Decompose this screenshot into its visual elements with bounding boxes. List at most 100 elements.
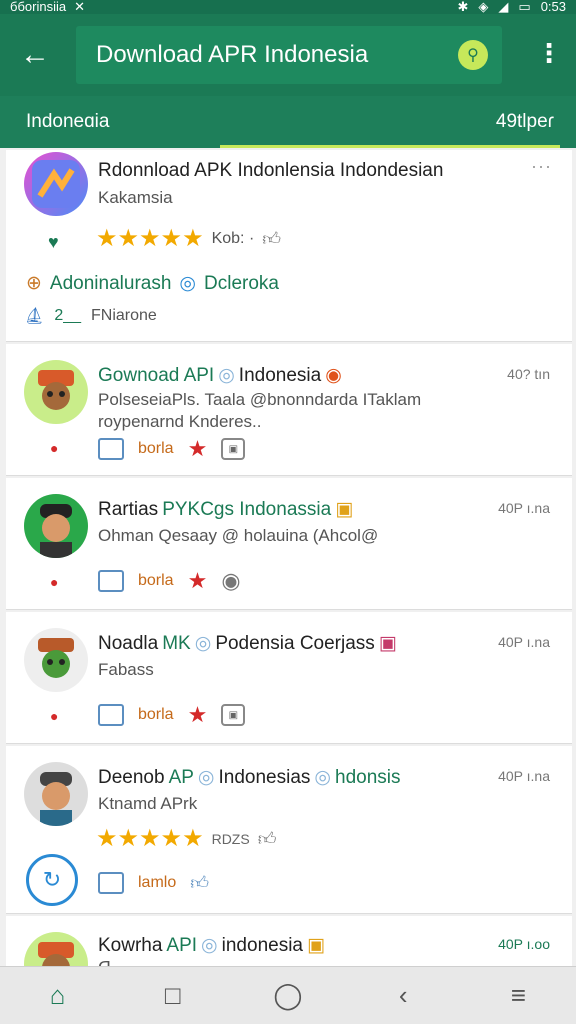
thumbs-up-icon[interactable]: 👍︎ [262, 228, 281, 250]
app-title[interactable]: Deenob [98, 767, 165, 789]
list-item[interactable]: Deenob AP ◎ Indonesias ◎ hdonsis 40P ı.n… [6, 746, 572, 914]
app-avatar [24, 762, 88, 826]
app-title-suffix: indonesia [221, 934, 303, 956]
chat-icon[interactable]: ◯ [258, 971, 318, 1021]
app-description: ᗡ [98, 958, 111, 966]
list-item[interactable]: Rartias PYKCgs Indonassia ▣ 40P ı.na Ohm… [6, 478, 572, 610]
app-description: Fabass [98, 660, 154, 679]
back-button[interactable]: ← [0, 14, 70, 96]
app-title-row[interactable]: Gownoad API ◎ Indonesia ◉ [98, 364, 342, 387]
category-tag[interactable]: borla [138, 572, 174, 590]
app-list[interactable]: Rdonnload APK Indonlensia Indondesian ··… [6, 150, 572, 966]
app-title-row[interactable]: Deenob AP ◎ Indonesias ◎ hdonsis [98, 766, 401, 789]
category-tag[interactable]: borla [138, 440, 174, 458]
app-title-row[interactable]: Noadla MK ◎ Podensia Coerjass ▣ [98, 632, 397, 655]
more-dots-icon[interactable]: ··· [531, 156, 552, 177]
favorite-star-icon[interactable]: ★ [188, 436, 208, 462]
bottom-nav: ⌂ □ ◯ ‹ ≡ [0, 966, 576, 1024]
favorite-star-icon[interactable]: ★ [188, 702, 208, 728]
category-tag[interactable]: borla [138, 706, 174, 724]
app-title[interactable]: Rartias [98, 499, 158, 521]
app-title-tag: hdonsis [335, 766, 401, 788]
thumbs-up-icon[interactable]: 👍︎ [190, 872, 209, 894]
arrow-left-icon: ← [20, 38, 50, 71]
action-row: lamlo 👍︎ [98, 872, 209, 894]
app-title-row[interactable]: Rartias PYKCgs Indonassia ▣ [98, 498, 353, 521]
home-icon[interactable] [98, 704, 124, 726]
app-title[interactable]: Kowrha [98, 935, 162, 957]
extra-count: 2__ [54, 307, 82, 324]
location-pin-icon: ● [50, 440, 59, 456]
app-bar: ← Download APR Indonesia ⚲ ⋮ [0, 14, 576, 96]
image-icon[interactable]: ▣ [221, 704, 246, 726]
app-title-badge: API [166, 934, 198, 956]
person-icon [40, 504, 72, 558]
menu-icon[interactable]: ≡ [488, 971, 548, 1021]
heart-icon: ♥ [48, 232, 59, 252]
rating-text: RDZS [211, 830, 250, 847]
app-title-row[interactable]: Kowrha API ◎ indonesia ▣ [98, 934, 325, 957]
list-item[interactable]: Kowrha API ◎ indonesia ▣ 40P ı.oo ᗡ [6, 916, 572, 966]
badge-icon: ◉ [325, 365, 342, 386]
home-icon[interactable] [98, 570, 124, 592]
rating-row: ★★★★★ Kob: · 👍︎ [96, 224, 281, 253]
app-avatar [24, 932, 88, 966]
app-title[interactable]: Gownoad API [98, 365, 214, 387]
verified-icon: ◎ [194, 633, 212, 654]
list-item[interactable]: Noadla MK ◎ Podensia Coerjass ▣ 40P ı.na… [6, 612, 572, 744]
list-item[interactable]: Rdonnload APK Indonlensia Indondesian ··… [6, 150, 572, 342]
tag-secondary[interactable]: Dcleroka [204, 273, 279, 295]
action-row: borla ★ ▣ [98, 436, 246, 462]
badge-icon: ▣ [335, 499, 354, 520]
app-avatar [24, 360, 88, 424]
character-icon [38, 638, 74, 678]
back-chevron-icon[interactable]: ‹ [373, 971, 433, 1021]
verified-icon: ◎ [179, 273, 196, 294]
verified-icon: ◎ [218, 365, 235, 386]
star-rating-icon: ★★★★★ [96, 825, 204, 852]
verified-icon-2: ◎ [314, 767, 332, 788]
app-title[interactable]: Rdonnload APK Indonlensia Indondesian [98, 160, 443, 182]
app-description: Ohman Qesaay @ holauina (Ahcol@ [98, 526, 379, 545]
status-bar: ббоrinsiia ✕ ✱ ◈ ◢ ▭ 0:53 [0, 0, 576, 14]
badge-icon: ▣ [306, 935, 325, 956]
app-title-suffix: PYKCgs Indonassia [162, 498, 332, 520]
favorite-star-icon[interactable]: ★ [188, 568, 208, 594]
location-pin-icon: ● [50, 708, 59, 724]
app-size: 40P ı.na [498, 500, 550, 516]
image-icon[interactable]: ▣ [221, 438, 246, 460]
search-field[interactable]: Download APR Indonesia ⚲ [76, 26, 502, 84]
person-icon [40, 772, 72, 826]
app-avatar [24, 628, 88, 692]
category-tag[interactable]: lamlo [138, 874, 176, 892]
battery-icon: ▭ [518, 0, 531, 14]
status-carrier: ббоrinsiia [10, 0, 67, 14]
tab-country[interactable]: Indoneɑia [26, 111, 109, 133]
app-title-suffix: Indonesia [238, 364, 322, 386]
tab-indicator [220, 145, 560, 148]
list-item[interactable]: Gownoad API ◎ Indonesia ◉ 40? tın Polses… [6, 344, 572, 476]
recents-square-icon[interactable]: □ [143, 971, 203, 1021]
verified-icon: ◎ [201, 935, 218, 956]
clock: 0:53 [540, 0, 566, 14]
character-icon [38, 942, 74, 966]
thumbs-up-icon[interactable]: 👍︎ [258, 828, 277, 850]
tag-primary[interactable]: Adoninalurash [50, 273, 171, 295]
home-icon[interactable] [98, 438, 124, 460]
search-icon[interactable]: ⚲ [458, 40, 488, 70]
info-icon[interactable]: ◉ [221, 568, 240, 594]
action-row: borla ★ ▣ [98, 702, 246, 728]
extra-label: FNiarone [91, 307, 157, 324]
refresh-icon[interactable]: ↻ [26, 854, 78, 906]
app-description: Ktnamd APrk [98, 794, 198, 813]
home-icon[interactable] [98, 872, 124, 894]
more-options-icon[interactable]: ⋮ [536, 40, 562, 66]
app-title-badge: AP [168, 766, 194, 788]
bluetooth-icon: ✱ [457, 0, 469, 14]
app-icon [24, 152, 88, 216]
extra-row: ⛵︎ 2__ FNiarone [24, 306, 157, 326]
home-nav-icon[interactable]: ⌂ [28, 971, 88, 1021]
app-title-suffix: Podensia Coerjass [215, 632, 375, 654]
app-size: 40P ı.oo [498, 936, 550, 952]
app-title[interactable]: Noadla [98, 633, 158, 655]
